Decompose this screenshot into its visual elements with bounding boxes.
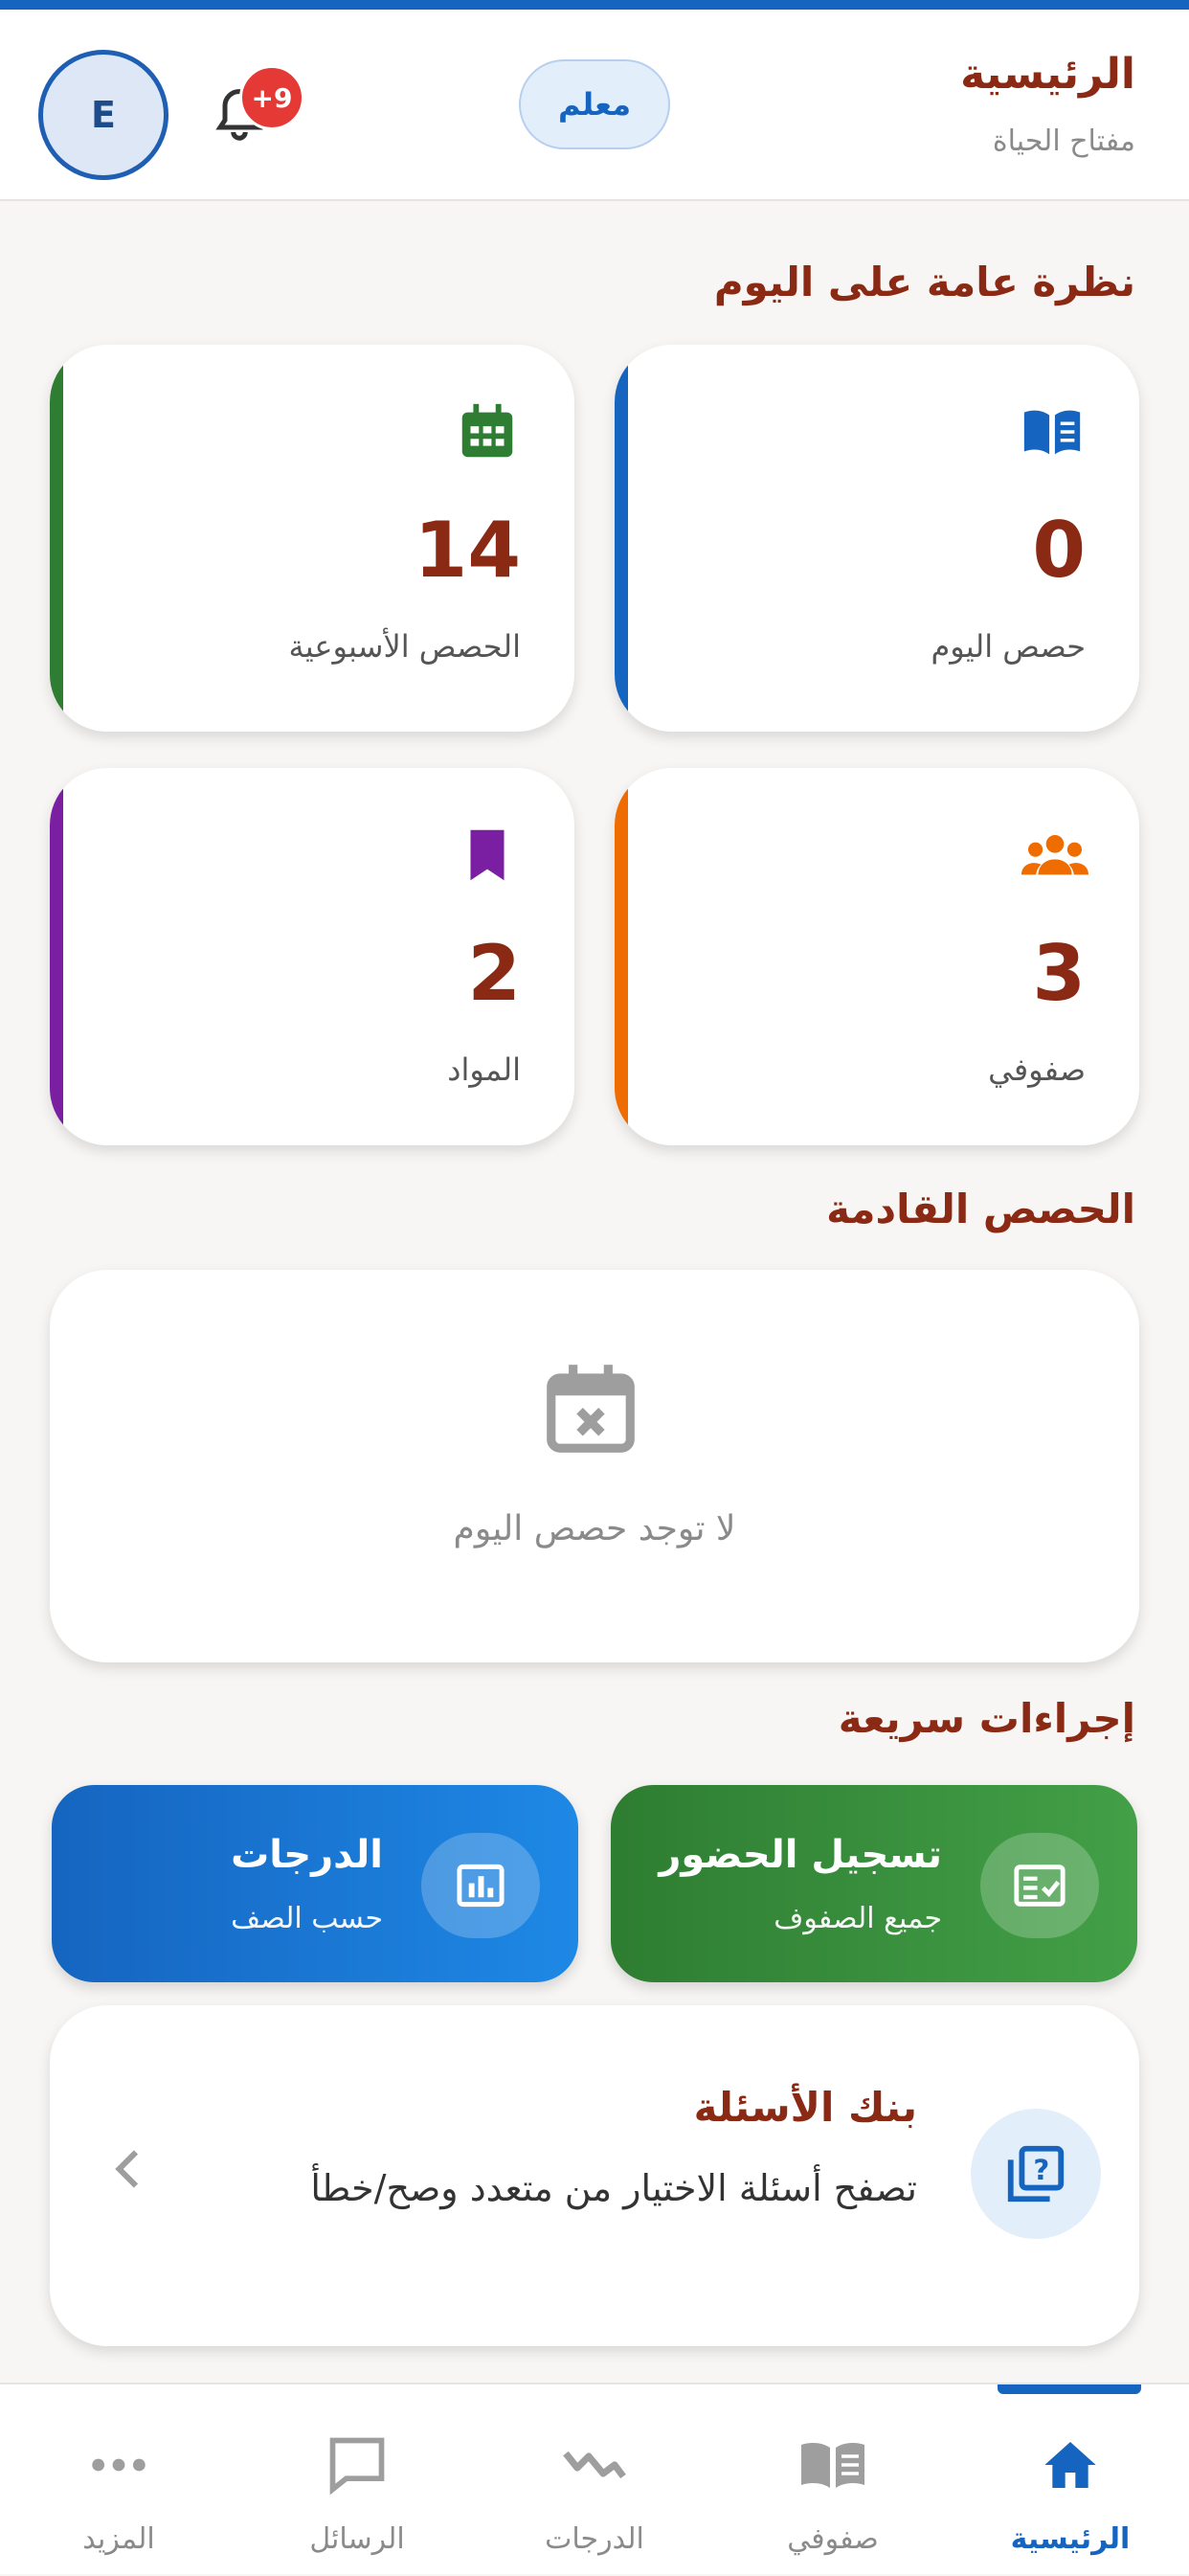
nav-item-grades[interactable]: الدرجات: [476, 2384, 713, 2576]
stat-value: 0: [1032, 506, 1086, 595]
quick-actions-section-title: إجراءات سريعة: [838, 1695, 1135, 1742]
open-book-icon: [795, 2430, 871, 2499]
attendance-button[interactable]: تسجيل الحضور جميع الصفوف: [611, 1785, 1137, 1982]
more-icon: [80, 2430, 157, 2499]
question-library-icon: ?: [971, 2109, 1101, 2239]
checklist-icon: [980, 1833, 1099, 1938]
chevron-left-icon[interactable]: [107, 2145, 146, 2193]
notification-count-badge: +9: [239, 65, 304, 130]
question-bank-title: بنك الأسئلة: [693, 2084, 917, 2131]
home-icon: [1032, 2430, 1109, 2499]
nav-item-messages[interactable]: الرسائل: [238, 2384, 476, 2576]
stat-label: المواد: [447, 1051, 521, 1088]
nav-label: صفوفي: [787, 2522, 879, 2556]
upcoming-section-title: الحصص القادمة: [826, 1186, 1135, 1232]
app-header: الرئيسية مفتاح الحياة معلم +9 E: [0, 10, 1189, 201]
grades-button[interactable]: الدرجات حسب الصف: [52, 1785, 578, 1982]
nav-label: الدرجات: [545, 2522, 644, 2556]
nav-item-home[interactable]: الرئيسية: [952, 2384, 1189, 2576]
calendar-x-icon: [538, 1356, 643, 1461]
overview-section-title: نظرة عامة على اليوم: [713, 259, 1135, 305]
bottom-navigation: الرئيسية صفوفي الدرجات الرسائل المزيد: [0, 2383, 1189, 2574]
stat-card-subjects[interactable]: 2 المواد: [50, 768, 574, 1145]
svg-text:?: ?: [1033, 2154, 1049, 2186]
school-name: مفتاح الحياة: [992, 124, 1135, 158]
nav-label: الرئيسية: [1010, 2522, 1131, 2556]
stat-card-today-lessons[interactable]: 0 حصص اليوم: [615, 345, 1139, 732]
top-accent-bar: [0, 0, 1189, 10]
stat-value: 14: [414, 506, 521, 595]
stat-value: 2: [467, 929, 521, 1018]
nav-item-my-classes[interactable]: صفوفي: [714, 2384, 952, 2576]
stat-label: صفوفي: [988, 1051, 1086, 1088]
message-icon: [319, 2430, 395, 2499]
grades-subtitle: حسب الصف: [231, 1902, 383, 1935]
group-icon: [1019, 822, 1088, 889]
upcoming-lessons-card: لا توجد حصص اليوم: [50, 1270, 1139, 1662]
question-bank-card[interactable]: ? بنك الأسئلة تصفح أسئلة الاختيار من متع…: [50, 2005, 1139, 2346]
trend-icon: [556, 2430, 633, 2499]
nav-label: المزيد: [82, 2522, 155, 2556]
empty-state-text: لا توجد حصص اليوم: [453, 1509, 736, 1548]
nav-label: الرسائل: [309, 2522, 405, 2556]
stat-label: حصص اليوم: [931, 628, 1086, 665]
stat-label: الحصص الأسبوعية: [288, 628, 521, 665]
attendance-title: تسجيل الحضور: [659, 1833, 942, 1877]
nav-item-more[interactable]: المزيد: [0, 2384, 237, 2576]
bookmark-icon: [454, 822, 521, 889]
grades-title: الدرجات: [231, 1833, 383, 1877]
stat-value: 3: [1032, 929, 1086, 1018]
bar-chart-icon: [421, 1833, 540, 1938]
page-title: الرئيسية: [960, 50, 1135, 99]
question-bank-description: تصفح أسئلة الاختيار من متعدد وصح/خطأ: [310, 2167, 917, 2209]
stat-card-my-classes[interactable]: 3 صفوفي: [615, 768, 1139, 1145]
open-book-icon: [1019, 398, 1086, 465]
user-avatar[interactable]: E: [38, 50, 168, 180]
role-badge[interactable]: معلم: [519, 59, 670, 149]
stat-card-weekly-lessons[interactable]: 14 الحصص الأسبوعية: [50, 345, 574, 732]
calendar-icon: [454, 398, 521, 465]
attendance-subtitle: جميع الصفوف: [774, 1902, 942, 1935]
